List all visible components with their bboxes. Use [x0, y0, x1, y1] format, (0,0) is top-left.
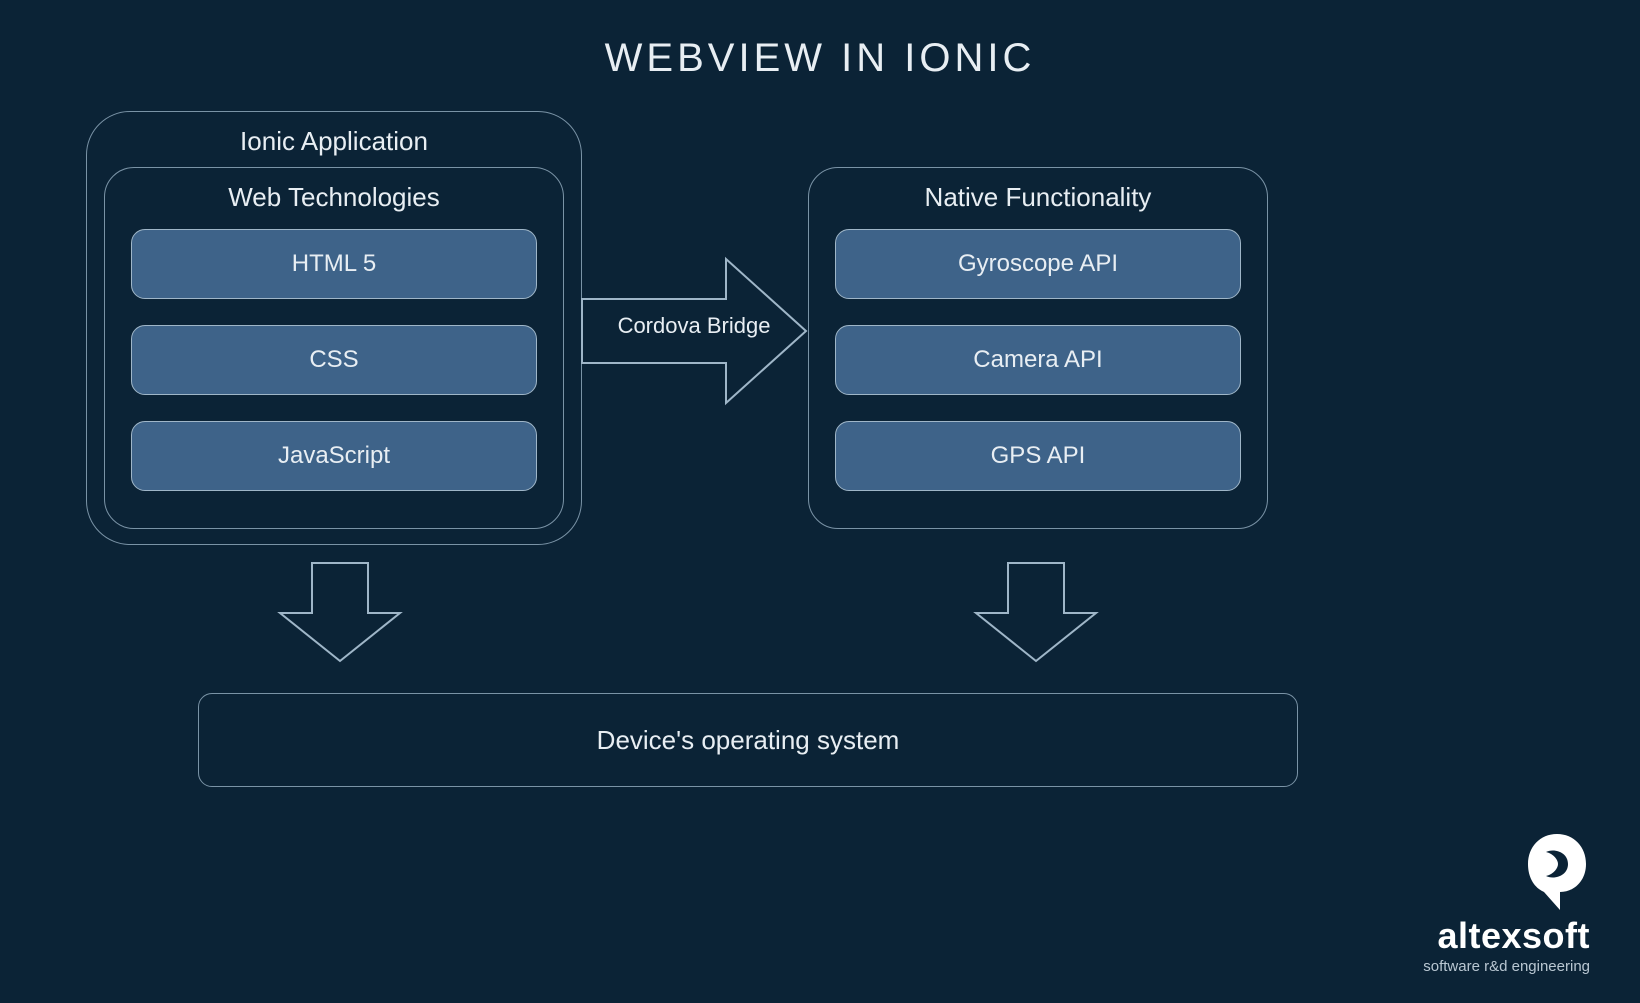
native-functionality-panel: Native Functionality Gyroscope API Camer… — [808, 167, 1268, 529]
tech-pill-css: CSS — [131, 325, 537, 395]
api-pill-gps: GPS API — [835, 421, 1241, 491]
device-os-label: Device's operating system — [597, 725, 900, 756]
brand-logo-icon — [1524, 832, 1590, 914]
native-functionality-label: Native Functionality — [809, 168, 1267, 223]
down-arrow-right-icon — [966, 557, 1106, 667]
down-arrow-left-icon — [270, 557, 410, 667]
tech-pill-javascript: JavaScript — [131, 421, 537, 491]
tech-pill-html5: HTML 5 — [131, 229, 537, 299]
web-technologies-list: HTML 5 CSS JavaScript — [105, 229, 563, 491]
brand-name: altexsoft — [1423, 918, 1590, 954]
brand-tagline: software r&d engineering — [1423, 958, 1590, 975]
diagram-stage: Ionic Application Web Technologies HTML … — [0, 81, 1640, 981]
cordova-bridge-label: Cordova Bridge — [574, 313, 814, 339]
api-pill-gyroscope: Gyroscope API — [835, 229, 1241, 299]
ionic-application-label: Ionic Application — [87, 112, 581, 167]
device-os-box: Device's operating system — [198, 693, 1298, 787]
web-technologies-panel: Web Technologies HTML 5 CSS JavaScript — [104, 167, 564, 529]
api-pill-camera: Camera API — [835, 325, 1241, 395]
diagram-title: WEBVIEW IN IONIC — [0, 0, 1640, 81]
web-technologies-label: Web Technologies — [105, 168, 563, 223]
native-functionality-list: Gyroscope API Camera API GPS API — [809, 229, 1267, 491]
brand-block: altexsoft software r&d engineering — [1423, 832, 1590, 975]
